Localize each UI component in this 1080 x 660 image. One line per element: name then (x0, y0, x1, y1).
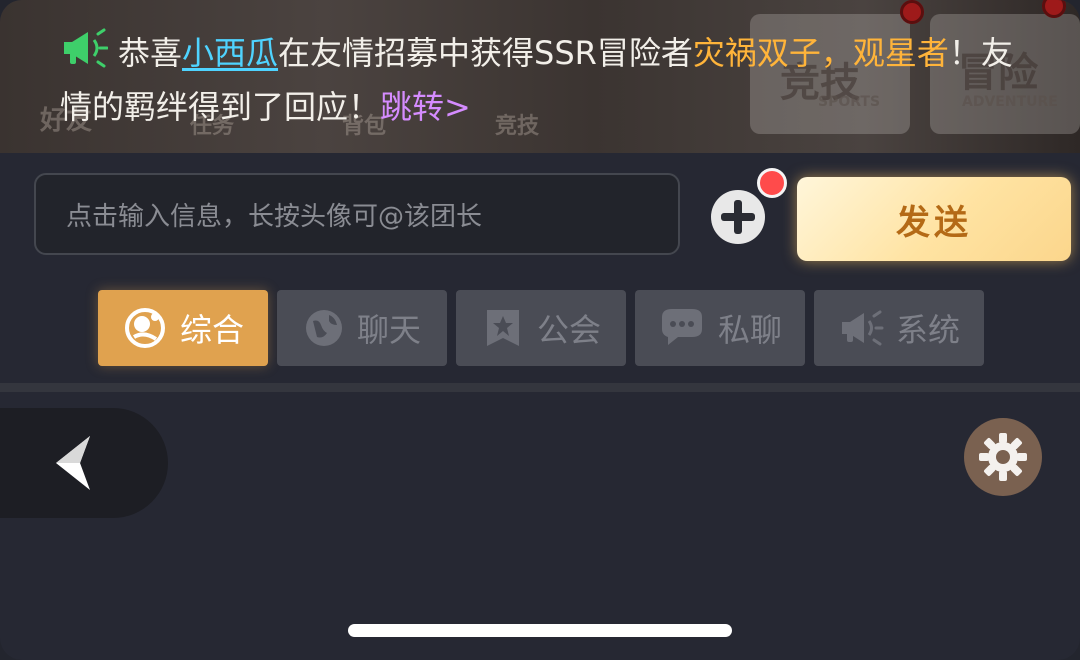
tab-general-label: 综合 (179, 311, 244, 349)
settings-button[interactable] (964, 418, 1042, 496)
tab-chat[interactable]: 聊天 (277, 290, 447, 366)
megaphone-icon (838, 308, 884, 348)
gear-icon (979, 433, 1027, 481)
jump-link[interactable]: 跳转> (380, 88, 471, 126)
tab-private-label: 私聊 (717, 311, 782, 349)
send-button[interactable]: 发送 (797, 177, 1071, 261)
announcement-prefix: 恭喜 (118, 34, 183, 72)
message-input[interactable]: 点击输入信息，长按头像可@该团长 (34, 173, 680, 255)
home-indicator[interactable] (348, 624, 732, 637)
globe-icon (303, 307, 345, 349)
chat-screen: 好友 任务 背包 竞技 竞技 SPORTS 冒险 ADVENTURE 恭喜小西瓜… (0, 0, 1080, 660)
add-button[interactable] (711, 190, 765, 244)
announcement-text: 恭喜小西瓜在友情招募中获得SSR冒险者灾祸双子，观星者！友情的羁绊得到了回应！跳… (60, 28, 1020, 132)
divider (0, 383, 1080, 392)
tab-guild[interactable]: 公会 (456, 290, 626, 366)
message-input-placeholder: 点击输入信息，长按头像可@该团长 (66, 201, 483, 232)
tab-system-label: 系统 (895, 311, 960, 349)
private-chat-icon (658, 307, 706, 349)
notification-dot (757, 168, 787, 198)
user-name-link[interactable]: 小西瓜 (182, 34, 278, 72)
channel-tabs: 综合 聊天 公会 私聊 系统 (98, 290, 984, 366)
tab-chat-label: 聊天 (356, 311, 421, 349)
tab-system[interactable]: 系统 (814, 290, 984, 366)
tab-general[interactable]: 综合 (98, 290, 268, 366)
back-button[interactable] (0, 408, 168, 518)
tab-guild-label: 公会 (536, 311, 601, 349)
announcement-middle: 在友情招募中获得SSR冒险者 (278, 34, 693, 72)
hero-name: 灾祸双子，观星者 (692, 34, 949, 72)
tab-private[interactable]: 私聊 (635, 290, 805, 366)
megaphone-icon (60, 28, 109, 82)
bg-red-dot (900, 0, 924, 24)
chat-bubble-icon (122, 305, 168, 351)
guild-banner-icon (481, 306, 525, 350)
announcement-banner: 好友 任务 背包 竞技 竞技 SPORTS 冒险 ADVENTURE 恭喜小西瓜… (0, 0, 1080, 153)
send-button-label: 发送 (896, 202, 972, 243)
chevron-left-icon (56, 436, 90, 490)
